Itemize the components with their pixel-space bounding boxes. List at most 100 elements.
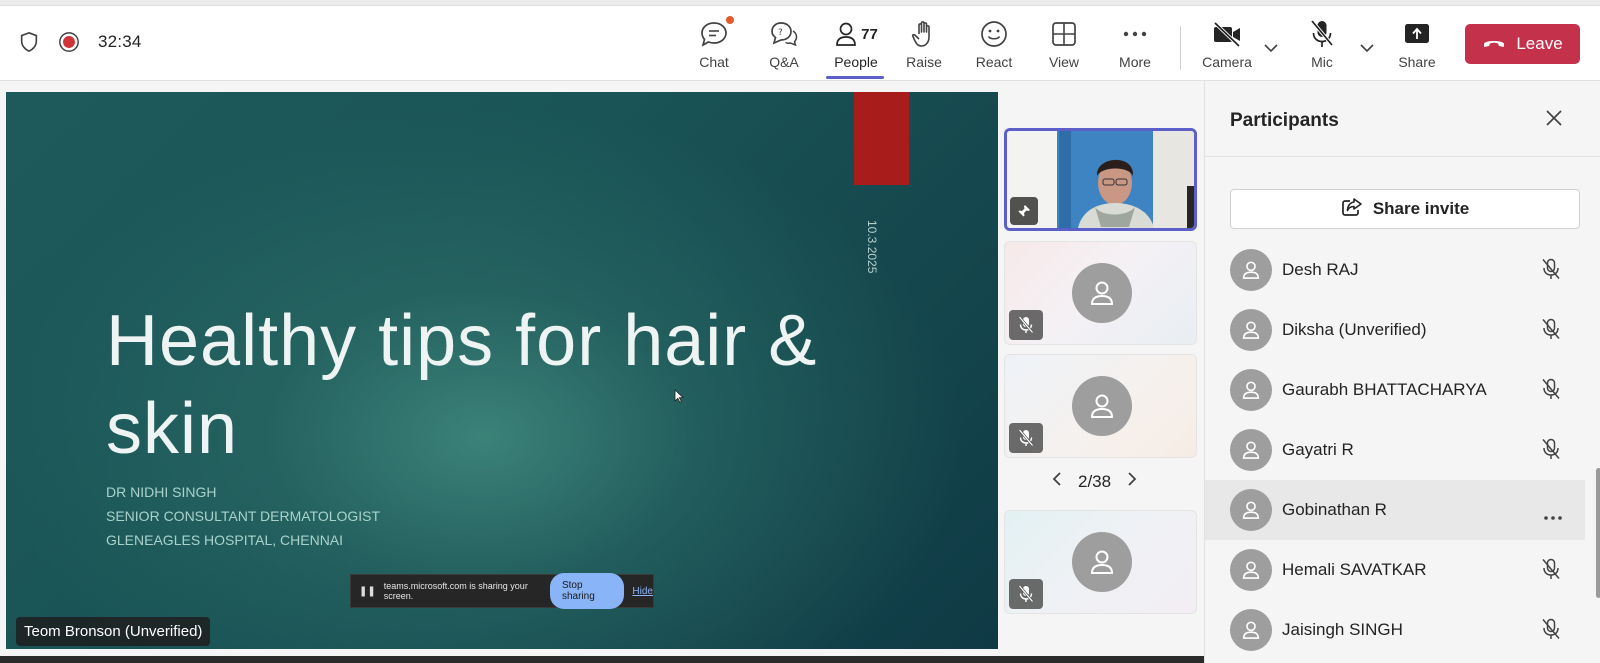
qa-icon: ? xyxy=(769,18,799,50)
meeting-status: 32:34 xyxy=(18,31,142,53)
slide-presenter-role: SENIOR CONSULTANT DERMATOLOGIST xyxy=(106,508,381,524)
raise-hand-icon xyxy=(910,18,938,50)
presenter-name-tag: Teom Bronson (Unverified) xyxy=(16,617,211,646)
leave-button[interactable]: Leave xyxy=(1465,24,1580,64)
mic-off-icon xyxy=(1541,378,1561,405)
person-icon xyxy=(1230,609,1272,651)
slide-red-tab xyxy=(854,92,909,185)
stop-sharing-button[interactable]: Stop sharing xyxy=(549,573,625,609)
pin-icon[interactable] xyxy=(1010,197,1038,225)
participants-list: Desh RAJ Diksha (Unverified) Gaurabh BHA… xyxy=(1205,240,1585,660)
people-count: 77 xyxy=(861,25,878,43)
speaker-video-tile[interactable] xyxy=(1004,128,1197,231)
share-button[interactable]: Share xyxy=(1385,18,1449,76)
participant-row[interactable]: Desh RAJ xyxy=(1205,240,1585,300)
shield-icon[interactable] xyxy=(18,31,40,53)
chat-button[interactable]: Chat xyxy=(682,16,746,76)
mic-off-icon xyxy=(1541,438,1561,465)
person-icon xyxy=(1230,489,1272,531)
share-invite-button[interactable]: Share invite xyxy=(1230,189,1580,229)
slide-presenter-name: DR NIDHI SINGH xyxy=(106,484,217,500)
shared-screen: 10.3.2025 Healthy tips for hair & skin D… xyxy=(6,92,998,649)
meeting-toolbar: 32:34 Chat ? Q&A 77 People Raise React V… xyxy=(0,6,1600,81)
person-icon xyxy=(1072,532,1132,592)
participant-row[interactable]: Jaisingh SINGH xyxy=(1205,600,1585,660)
participant-tile[interactable] xyxy=(1004,354,1197,458)
close-icon[interactable] xyxy=(1545,109,1563,132)
participant-name: Gobinathan R xyxy=(1282,500,1387,519)
participant-name: Hemali SAVATKAR xyxy=(1282,560,1427,579)
people-icon xyxy=(836,22,857,46)
chat-unread-dot xyxy=(726,16,734,24)
mic-off-icon xyxy=(1541,558,1561,585)
person-icon xyxy=(1230,309,1272,351)
people-icon-group: 77 xyxy=(834,18,878,50)
share-icon xyxy=(1403,18,1431,50)
chat-icon xyxy=(699,16,734,50)
camera-button[interactable]: Camera xyxy=(1195,18,1259,76)
mic-options-chevron-icon[interactable] xyxy=(1360,40,1374,58)
taskbar-edge xyxy=(0,656,1204,663)
slide-presenter-hospital: GLENEAGLES HOSPITAL, CHENNAI xyxy=(106,532,344,548)
mic-off-icon xyxy=(1009,423,1043,453)
gallery-page-indicator: 2/38 xyxy=(1078,471,1112,491)
mic-label: Mic xyxy=(1311,54,1333,70)
panel-scrollbar[interactable] xyxy=(1596,468,1600,598)
more-label: More xyxy=(1119,54,1151,70)
camera-label: Camera xyxy=(1202,54,1252,70)
react-icon xyxy=(980,18,1008,50)
mic-off-icon xyxy=(1541,318,1561,345)
people-label: People xyxy=(834,54,878,70)
participant-name: Gaurabh BHATTACHARYA xyxy=(1282,380,1487,399)
participant-name: Jaisingh SINGH xyxy=(1282,620,1403,639)
mic-off-icon xyxy=(1009,579,1043,609)
person-icon xyxy=(1072,263,1132,323)
more-icon xyxy=(1122,18,1148,50)
screen-share-bar: ❚❚ teams.microsoft.com is sharing your s… xyxy=(350,573,654,609)
mic-button[interactable]: Mic xyxy=(1290,18,1354,76)
chevron-left-icon[interactable] xyxy=(1052,471,1062,492)
people-tab-indicator xyxy=(826,76,884,79)
react-button[interactable]: React xyxy=(962,18,1026,76)
participant-tile[interactable] xyxy=(1004,510,1197,614)
participant-row[interactable]: Gaurabh BHATTACHARYA xyxy=(1205,360,1585,420)
person-icon xyxy=(1230,429,1272,471)
participant-row[interactable]: Hemali SAVATKAR xyxy=(1205,540,1585,600)
camera-off-icon xyxy=(1212,18,1242,50)
pause-icon: ❚❚ xyxy=(359,585,376,597)
mic-off-icon xyxy=(1541,258,1561,285)
qa-label: Q&A xyxy=(769,54,799,70)
view-button[interactable]: View xyxy=(1032,18,1096,76)
qa-button[interactable]: ? Q&A xyxy=(752,18,816,76)
raise-hand-button[interactable]: Raise xyxy=(892,18,956,76)
share-invite-label: Share invite xyxy=(1372,199,1470,218)
camera-options-chevron-icon[interactable] xyxy=(1264,40,1278,58)
slide-title: Healthy tips for hair & skin xyxy=(106,301,818,469)
participant-row[interactable]: Gayatri R xyxy=(1205,420,1585,480)
person-icon xyxy=(1230,549,1272,591)
view-icon xyxy=(1051,18,1077,50)
person-icon xyxy=(1230,249,1272,291)
record-icon xyxy=(58,31,80,53)
mic-off-icon xyxy=(1309,18,1335,50)
chevron-right-icon[interactable] xyxy=(1127,471,1137,492)
view-label: View xyxy=(1048,54,1080,70)
mouse-cursor-icon xyxy=(674,389,685,408)
hide-share-bar-link[interactable]: Hide xyxy=(632,586,653,597)
meeting-timer: 32:34 xyxy=(98,32,142,51)
leave-label: Leave xyxy=(1516,34,1563,53)
participant-tile[interactable] xyxy=(1004,241,1197,345)
participants-panel: Participants Share invite Desh RAJ Diksh… xyxy=(1204,81,1600,663)
toolbar-divider xyxy=(1180,26,1181,70)
panel-title: Participants xyxy=(1230,110,1339,131)
share-message: teams.microsoft.com is sharing your scre… xyxy=(383,581,528,601)
slide-subtitle: DR NIDHI SINGH SENIOR CONSULTANT DERMATO… xyxy=(106,480,380,552)
more-horizontal-icon[interactable] xyxy=(1543,508,1563,526)
participant-row[interactable]: Diksha (Unverified) xyxy=(1205,300,1585,360)
participant-row[interactable]: Gobinathan R xyxy=(1205,480,1585,540)
share-invite-icon xyxy=(1341,197,1363,222)
people-button[interactable]: 77 People xyxy=(822,18,890,76)
participant-name: Gayatri R xyxy=(1282,440,1354,459)
more-button[interactable]: More xyxy=(1103,18,1167,76)
person-icon xyxy=(1072,376,1132,436)
